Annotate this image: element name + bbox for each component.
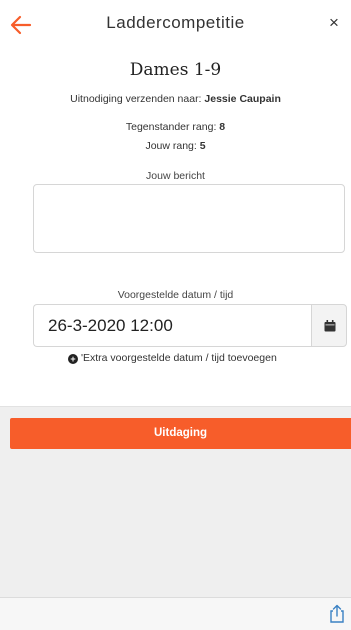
back-button[interactable] (9, 14, 33, 36)
bottom-toolbar (0, 597, 351, 630)
share-button[interactable] (329, 604, 345, 624)
close-button[interactable]: × (323, 12, 345, 34)
own-rank-label: Jouw rang: (145, 140, 200, 152)
message-textarea[interactable] (33, 184, 345, 253)
add-extra-date-label: 'Extra voorgestelde datum / tijd toevoeg… (81, 352, 277, 364)
page-title: Laddercompetitie (106, 13, 245, 32)
opponent-rank-line: Tegenstander rang: 8 (0, 121, 351, 133)
date-label: Voorgestelde datum / tijd (117, 289, 234, 301)
opponent-rank-value: 8 (219, 121, 226, 133)
share-icon (330, 604, 344, 623)
own-rank-value: 5 (199, 140, 206, 152)
calendar-button[interactable] (311, 304, 347, 347)
invitee-name: Jessie Caupain (204, 93, 281, 105)
arrow-left-icon (10, 15, 32, 35)
invite-line: Uitnodiging verzenden naar: Jessie Caupa… (0, 93, 351, 105)
challenge-button[interactable]: Uitdaging (10, 418, 351, 449)
close-icon: × (329, 13, 339, 32)
message-label: Jouw bericht (146, 170, 205, 182)
date-picker: 26-3-2020 12:00 (33, 304, 347, 347)
header-bar: Laddercompetitie × (0, 0, 351, 48)
own-rank-line: Jouw rang: 5 (0, 140, 351, 152)
ladder-heading: Dames 1-9 (129, 60, 222, 80)
calendar-icon (324, 320, 336, 332)
date-input[interactable]: 26-3-2020 12:00 (33, 304, 311, 347)
invite-prefix: Uitnodiging verzenden naar: (70, 93, 205, 105)
add-extra-date-link[interactable]: + 'Extra voorgestelde datum / tijd toevoe… (68, 352, 277, 366)
opponent-rank-label: Tegenstander rang: (125, 121, 220, 133)
plus-circle-icon: + (68, 354, 78, 364)
